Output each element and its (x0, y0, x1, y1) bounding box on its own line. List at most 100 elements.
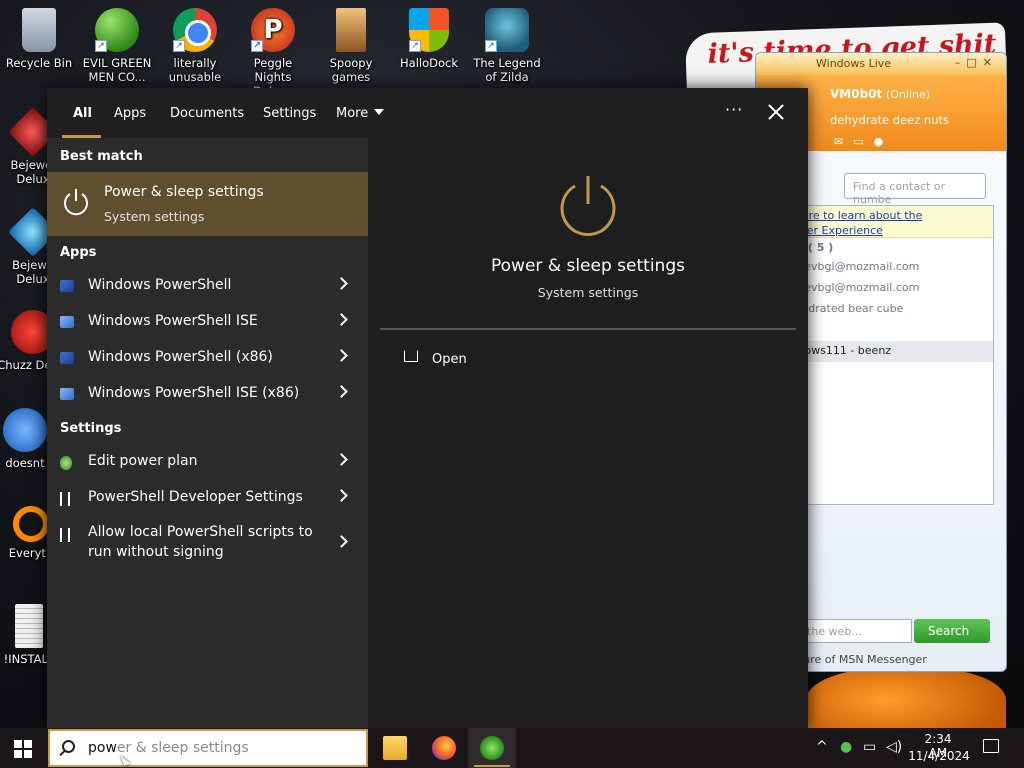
result-label: Edit power plan (88, 453, 198, 469)
section-settings: Settings (60, 421, 122, 436)
result-allow-powershell-scripts[interactable]: Allow local PowerShell scripts to run wi… (47, 516, 368, 568)
result-label: Windows PowerShell (x86) (88, 349, 273, 365)
msn-personal-message[interactable]: dehydrate deez nuts (830, 113, 949, 127)
msn-contact[interactable]: yellows111 - beenz (777, 341, 993, 362)
desktop-icon-chrome[interactable]: ↗ literally unusable (156, 2, 234, 84)
best-match-result[interactable]: Power & sleep settings System settings (47, 172, 368, 236)
msn-men-icon: ↗ (95, 8, 139, 52)
shortcut-arrow-icon: ↗ (95, 40, 107, 52)
desktop-icon-hallodock[interactable]: ↗ HalloDock (390, 2, 468, 70)
msn-contact[interactable]: xzqevbgl@mozmail.com (777, 278, 993, 299)
desktop-icon-zilda[interactable]: ↗ The Legend of Zilda (468, 2, 546, 84)
msn-tray-icon[interactable]: ● (840, 739, 852, 755)
taskbar-search-box[interactable]: power & sleep settings (48, 729, 368, 767)
msn-window-controls[interactable]: –□✕ (955, 56, 998, 69)
more-options-button[interactable]: ··· (725, 100, 743, 119)
shortcut-arrow-icon: ↗ (485, 40, 497, 52)
windows-start-button[interactable] (14, 740, 32, 758)
windows-search-panel: All Apps Documents Settings More ··· Bes… (47, 88, 808, 728)
settings-sliders-icon (60, 528, 70, 542)
msn-contact[interactable]: xzqevbgl@mozmail.com (777, 257, 993, 278)
msn-user-name[interactable]: VM0b0t (830, 87, 882, 101)
powershell-icon (60, 352, 74, 364)
document-icon (15, 604, 43, 648)
preview-divider (380, 328, 796, 330)
open-icon (404, 350, 418, 362)
notification-icon[interactable] (983, 739, 999, 753)
result-label: Windows PowerShell ISE (88, 313, 258, 329)
preview-title: Power & sleep settings (491, 256, 685, 276)
tab-more[interactable]: More (336, 106, 385, 121)
search-results-list: Best match Power & sleep settings System… (47, 138, 368, 728)
desktop-icon-label: EVIL GREEN MEN CO... (82, 56, 152, 84)
chevron-right-icon[interactable] (335, 313, 348, 326)
chevron-right-icon[interactable] (335, 277, 348, 290)
shortcut-arrow-icon: ↗ (409, 40, 421, 52)
file-explorer-icon[interactable] (383, 736, 407, 760)
result-powershell-developer-settings[interactable]: PowerShell Developer Settings (47, 480, 368, 516)
clock-date[interactable]: 11/4/2024 (908, 749, 970, 763)
open-action[interactable]: Open (432, 352, 467, 367)
section-best-match: Best match (60, 149, 143, 164)
best-match-title: Power & sleep settings (104, 184, 264, 200)
result-preview-pane: Power & sleep settings System settings O… (380, 152, 796, 728)
windows-shield-icon: ↗ (409, 8, 449, 52)
chevron-right-icon[interactable] (335, 489, 348, 502)
shortcut-arrow-icon: ↗ (251, 40, 263, 52)
everything-search-icon (13, 506, 49, 542)
chevron-right-icon[interactable] (335, 535, 348, 548)
close-icon[interactable] (765, 102, 787, 124)
recycle-bin-icon (22, 8, 56, 52)
powershell-ise-icon (60, 316, 74, 328)
msn-find-contact-input[interactable]: Find a contact or numbe (844, 173, 986, 206)
settings-sliders-icon (60, 492, 70, 506)
search-typed-text: pow (88, 740, 117, 756)
volume-icon[interactable]: ◁) (886, 739, 902, 755)
search-filter-bar: All Apps Documents Settings More ··· (47, 88, 808, 138)
tab-documents[interactable]: Documents (170, 106, 244, 121)
result-label: Allow local PowerShell scripts to run wi… (88, 524, 313, 560)
peggle-icon: P ↗ (251, 8, 295, 52)
msn-user-status[interactable]: (Online) (886, 88, 930, 101)
chevron-right-icon[interactable] (335, 453, 348, 466)
desktop-icon-label: Spoopy games (329, 56, 373, 84)
search-icon (62, 740, 75, 753)
wallpaper-pumpkin (806, 668, 1006, 728)
msn-toolbar-icons[interactable]: ✉▭● (834, 135, 893, 148)
power-icon (560, 176, 616, 236)
msn-contact[interactable]: lehydrated bear cube (777, 299, 993, 320)
powershell-ise-icon (60, 388, 74, 400)
msn-title-bar[interactable]: Windows Live –□✕ (756, 53, 1006, 75)
firefox-icon[interactable] (432, 736, 456, 760)
desktop-icon-evil-green-men[interactable]: ↗ EVIL GREEN MEN CO... (78, 2, 156, 84)
chevron-up-icon[interactable]: ^ (816, 739, 828, 755)
desktop-icon-label: literally unusable (168, 56, 222, 84)
result-edit-power-plan[interactable]: Edit power plan (47, 444, 368, 480)
powershell-icon (60, 280, 74, 292)
desktop-icon-peggle[interactable]: P↗ Peggle Nights Deluxe (234, 2, 312, 98)
windows-logo-pane (14, 740, 22, 748)
result-windows-powershell[interactable]: Windows PowerShell (47, 268, 368, 304)
chevron-right-icon[interactable] (335, 385, 348, 398)
msn-contact[interactable]: mv (777, 320, 993, 341)
msn-blue-icon (3, 408, 47, 452)
windows-logo-pane (14, 750, 22, 758)
result-windows-powershell-ise[interactable]: Windows PowerShell ISE (47, 304, 368, 340)
result-label: Windows PowerShell (88, 277, 232, 293)
power-icon (64, 189, 88, 216)
desktop-icon-recycle-bin[interactable]: Recycle Bin (0, 2, 78, 70)
chevron-right-icon[interactable] (335, 349, 348, 362)
msn-ad-line: k here to learn about the (785, 209, 923, 222)
section-apps: Apps (60, 245, 97, 260)
desktop-icon-spoopy-games[interactable]: Spoopy games (312, 2, 390, 84)
tab-all[interactable]: All (73, 106, 92, 121)
result-windows-powershell-x86[interactable]: Windows PowerShell (x86) (47, 340, 368, 376)
msn-search-button[interactable]: Search (914, 619, 990, 643)
result-windows-powershell-ise-x86[interactable]: Windows PowerShell ISE (x86) (47, 376, 368, 412)
tab-settings[interactable]: Settings (263, 106, 316, 121)
msn-messenger-icon[interactable] (480, 736, 504, 760)
tab-apps[interactable]: Apps (114, 106, 146, 121)
msn-ad-link[interactable]: k here to learn about the tomer Experien… (777, 206, 993, 238)
network-icon[interactable]: ▭ (863, 739, 876, 755)
msn-group-header[interactable]: ine ( 5 ) (777, 238, 993, 257)
